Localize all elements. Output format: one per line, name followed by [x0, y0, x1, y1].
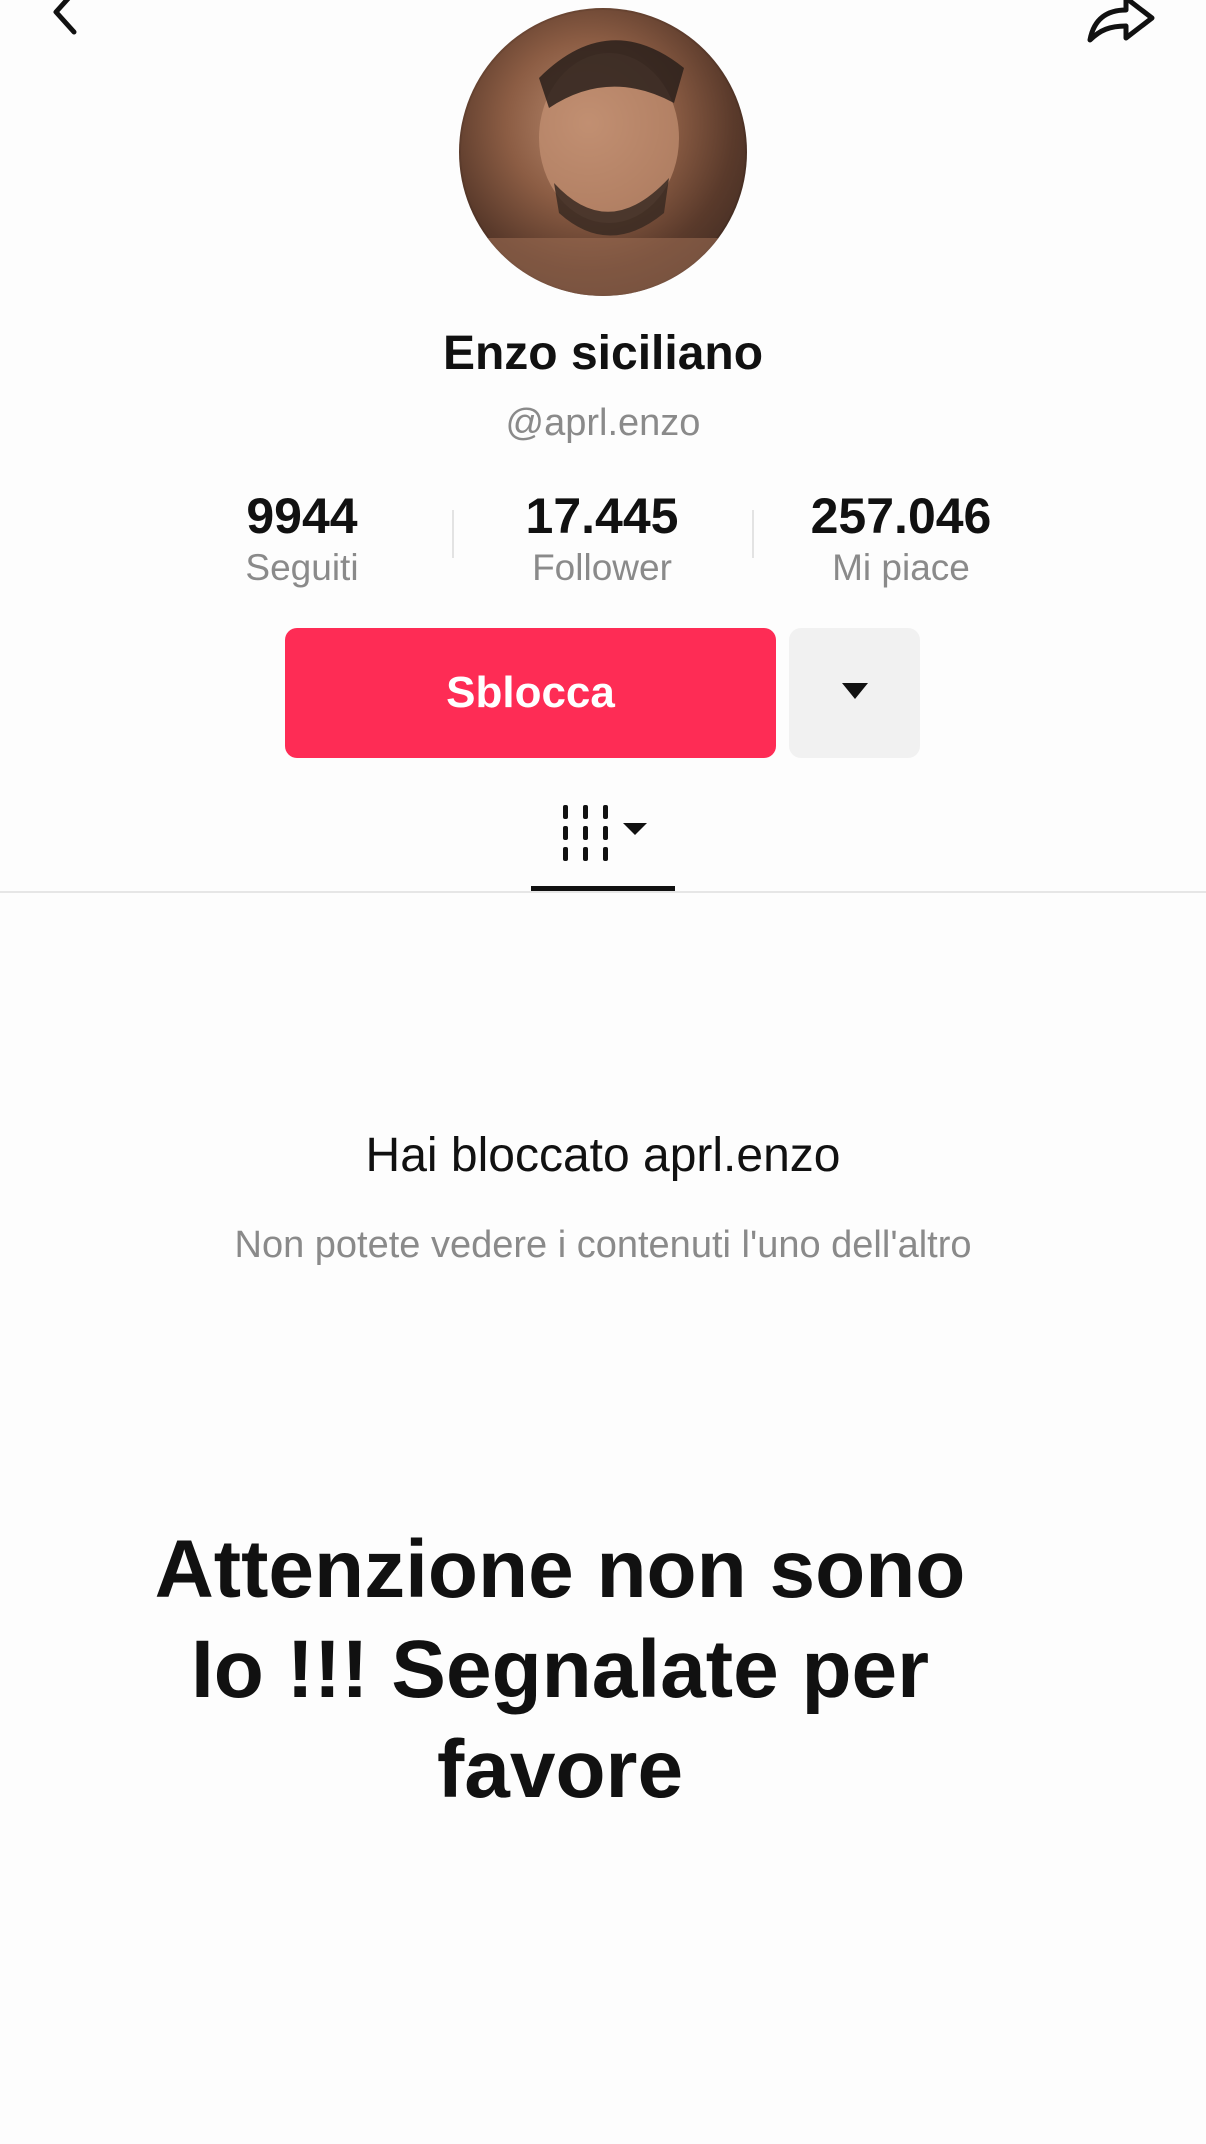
back-arrow-icon[interactable]: [40, 0, 96, 40]
stat-value: 257.046: [810, 488, 992, 544]
overlay-caption-line: Io !!! Segnalate per favore: [190, 1624, 930, 1815]
divider: [0, 891, 1206, 893]
avatar[interactable]: [459, 8, 747, 296]
stat-likes: 257.046 Mi piace: [781, 486, 1021, 590]
overlay-caption-line: Attenzione non sono: [154, 1524, 966, 1615]
stat-value: 9944: [246, 488, 358, 544]
overlay-caption: Attenzione non sono Io !!! Segnalate per…: [60, 1520, 1060, 1820]
stat-value: 17.445: [525, 488, 679, 544]
stat-label: Seguiti: [245, 547, 359, 588]
unblock-button[interactable]: Sblocca: [285, 628, 776, 758]
more-options-button[interactable]: [789, 628, 920, 758]
stat-divider: [752, 510, 754, 558]
grid-videos-icon: [563, 805, 647, 861]
stat-label: Mi piace: [832, 547, 970, 588]
blocked-title: Hai bloccato aprl.enzo: [365, 1129, 841, 1182]
share-icon[interactable]: [1080, 0, 1160, 48]
tab-videos[interactable]: [531, 800, 676, 890]
blocked-subtitle: Non potete vedere i contenuti l'uno dell…: [234, 1224, 972, 1266]
caret-down-icon: [840, 680, 870, 707]
display-name: Enzo siciliano: [442, 327, 764, 380]
stat-following[interactable]: 9944 Seguiti: [182, 486, 422, 590]
stat-label: Follower: [532, 547, 672, 588]
stat-divider: [452, 510, 454, 558]
username: @aprl.enzo: [505, 402, 701, 444]
stat-followers[interactable]: 17.445 Follower: [482, 486, 722, 590]
